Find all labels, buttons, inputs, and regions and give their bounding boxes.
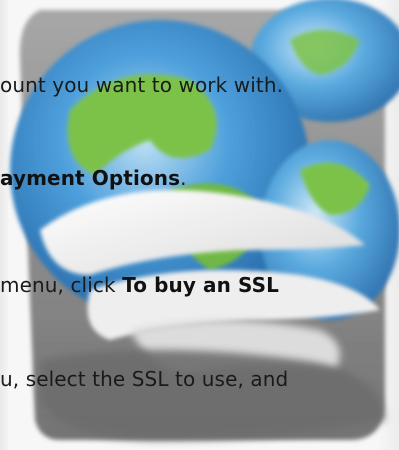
instruction-line-2: ayment Options. <box>0 166 187 190</box>
instruction-text: ount you want to work with. <box>0 73 284 97</box>
payment-options-link-text: ayment Options <box>0 166 181 190</box>
screenshot-stage: ount you want to work with. ayment Optio… <box>0 0 399 450</box>
instruction-line-4: u, select the SSL to use, and <box>0 367 288 391</box>
instruction-text: . <box>180 166 187 190</box>
instruction-text: u, select the SSL to use, and <box>0 367 289 391</box>
instruction-line-3: menu, click To buy an SSL <box>0 273 279 297</box>
buy-ssl-link-text: To buy an SSL <box>122 273 280 297</box>
instruction-text: menu, click <box>0 273 123 297</box>
instruction-line-1: ount you want to work with. <box>0 73 283 97</box>
